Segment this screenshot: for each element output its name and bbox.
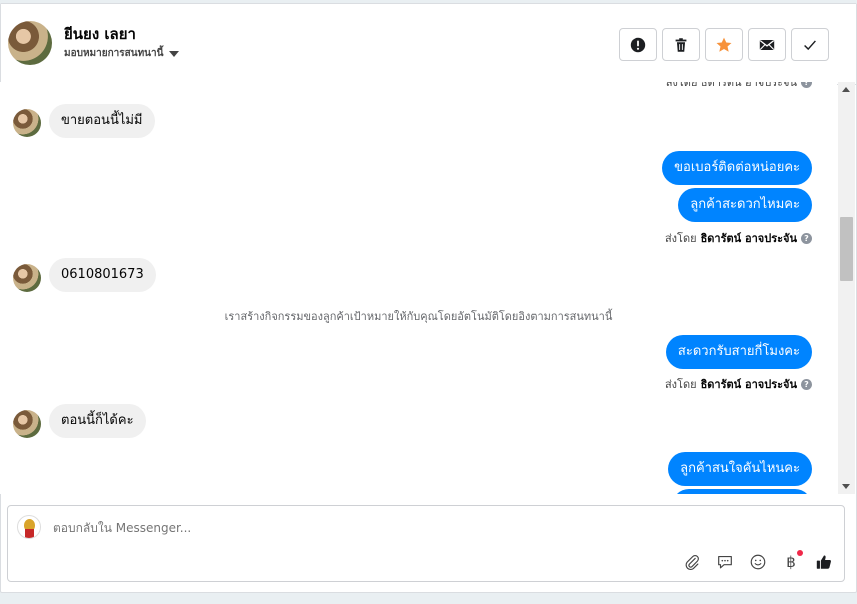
outgoing-message[interactable]: ลูกค้าสนใจคันไหนคะ <box>668 452 812 486</box>
scroll-down-arrow-icon[interactable] <box>842 484 850 489</box>
sent-by-label: ส่งโดย ธิดารัตน์ อาจประจัน ? <box>665 375 812 393</box>
checkmark-icon <box>804 39 816 50</box>
contact-avatar-small[interactable] <box>13 109 41 137</box>
trash-icon <box>675 37 687 52</box>
emoji-button[interactable] <box>748 552 768 572</box>
contact-avatar-small[interactable] <box>13 264 41 292</box>
star-button[interactable] <box>705 28 743 61</box>
reply-composer[interactable]: ฿ <box>7 505 845 582</box>
incoming-message[interactable]: ตอนนี้ก็ได้คะ <box>49 404 146 438</box>
envelope-icon <box>759 39 775 50</box>
info-icon[interactable]: ? <box>801 82 812 88</box>
paperclip-icon <box>685 554 699 571</box>
exclamation-circle-icon <box>630 37 646 52</box>
composer-tools: ฿ <box>682 550 834 572</box>
contact-avatar-small[interactable] <box>13 410 41 438</box>
sent-by-name: ธิดารัตน์ อาจประจัน <box>700 378 797 391</box>
header-actions <box>619 28 829 61</box>
assign-conversation-dropdown[interactable]: มอบหมายการสนทนานี้ <box>64 46 180 61</box>
outgoing-message[interactable]: ลูกค้าสะดวกไหมคะ <box>678 188 812 222</box>
chat-scrollbar[interactable] <box>838 82 855 494</box>
caret-down-icon <box>169 50 180 57</box>
scroll-up-arrow-icon[interactable] <box>842 87 850 92</box>
attach-button[interactable] <box>682 552 702 572</box>
saved-replies-button[interactable] <box>715 552 735 572</box>
sent-by-label: ส่งโดย ธิดารัตน์ อาจประจัน ? <box>665 229 812 247</box>
chat-bubble-icon <box>718 556 732 569</box>
sent-by-prefix: ส่งโดย <box>664 232 697 245</box>
payment-button[interactable]: ฿ <box>781 550 803 572</box>
like-button[interactable] <box>814 552 834 572</box>
scrollbar-thumb[interactable] <box>840 217 853 281</box>
sent-by-partial: ส่งโดย ธิดารัตน์ อาจประจัน <box>665 82 797 89</box>
thumbs-up-icon <box>816 555 831 569</box>
sent-by-label: ส่งโดย ธิดารัตน์ อาจประจัน ? <box>666 82 812 91</box>
assign-label: มอบหมายการสนทนานี้ <box>64 48 164 59</box>
outgoing-message[interactable]: สะดวกรับสายกี่โมงคะ <box>665 335 812 369</box>
info-icon[interactable]: ? <box>801 378 812 390</box>
conversation-header: ยีนยง เลยา มอบหมายการสนทนานี้ <box>1 4 856 85</box>
incoming-message[interactable]: ขายตอนนี้ไม่มี <box>49 104 155 138</box>
email-button[interactable] <box>748 28 786 61</box>
page-avatar <box>17 515 41 539</box>
smiley-icon <box>750 554 766 570</box>
sent-by-prefix: ส่งโดย <box>664 378 697 391</box>
outgoing-message[interactable]: ขอเบอร์ติดต่อหน่อยคะ <box>662 151 812 185</box>
message-thread[interactable]: ส่งโดย ธิดารัตน์ อาจประจัน ? ขายตอนนี้ไม… <box>0 82 837 494</box>
delete-button[interactable] <box>662 28 700 61</box>
notification-dot <box>797 550 803 556</box>
messenger-window: ยีนยง เลยา มอบหมายการสนทนานี้ ส่งโดย ธิด… <box>0 0 857 604</box>
incoming-message[interactable]: 0610801673 <box>49 258 156 292</box>
baht-icon: ฿ <box>786 553 796 571</box>
contact-name[interactable]: ยีนยง เลยา <box>64 22 136 46</box>
system-message: เราสร้างกิจกรรมของลูกค้าเป้าหมายให้กับคุ… <box>224 310 613 323</box>
mark-spam-button[interactable] <box>619 28 657 61</box>
sent-by-name: ธิดารัตน์ อาจประจัน <box>700 232 797 245</box>
mark-done-button[interactable] <box>791 28 829 61</box>
star-icon <box>716 37 732 52</box>
reply-input[interactable] <box>53 521 753 535</box>
info-icon[interactable]: ? <box>801 232 812 244</box>
bottom-strip <box>0 594 857 604</box>
contact-avatar[interactable] <box>8 21 52 65</box>
outgoing-message-partial[interactable] <box>672 489 812 494</box>
